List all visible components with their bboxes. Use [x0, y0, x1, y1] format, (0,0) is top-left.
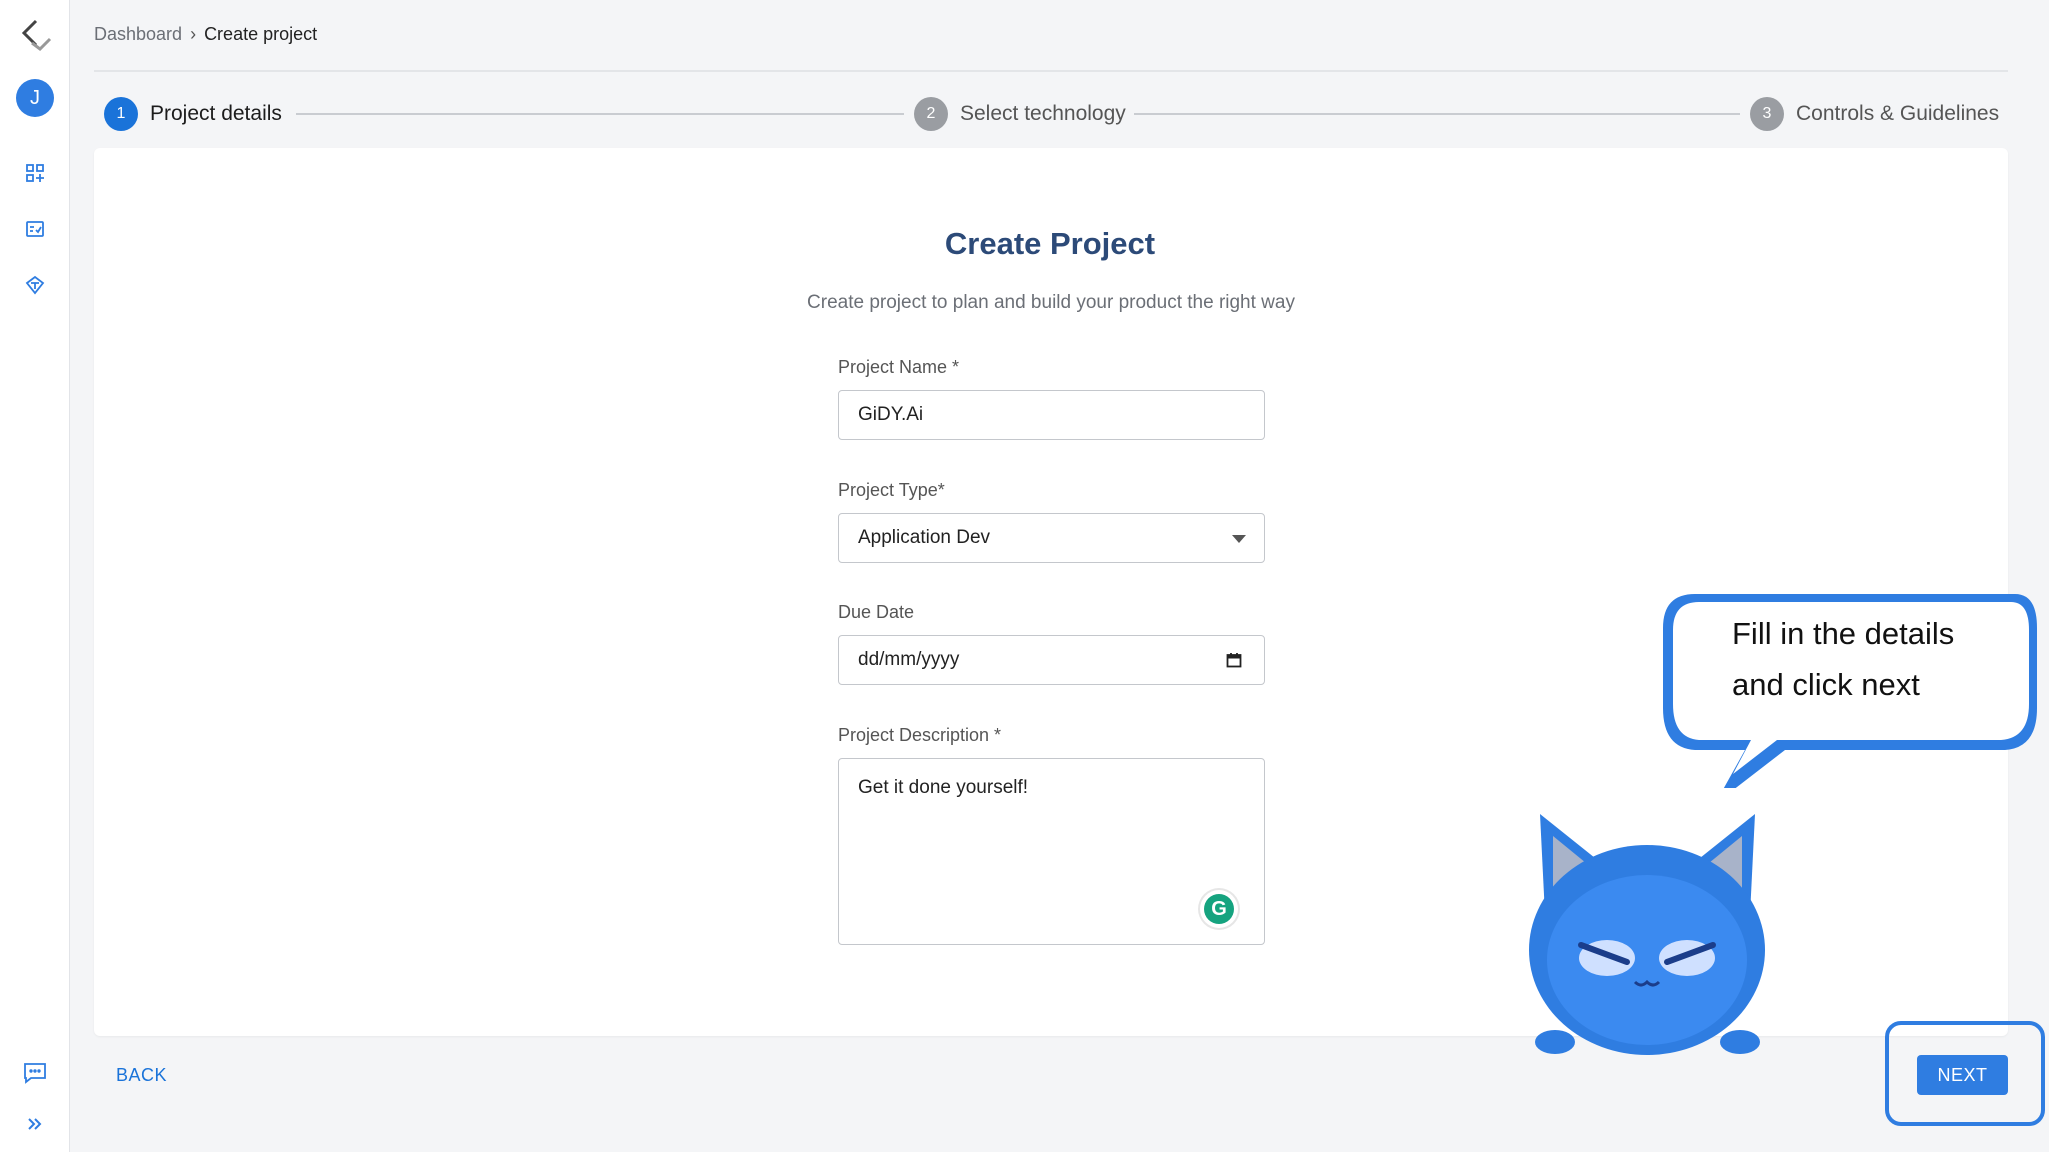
sidebar: J — [0, 0, 70, 1152]
speech-line-1: Fill in the details — [1732, 616, 1955, 651]
stepper: 1 Project details 2 Select technology 3 … — [104, 96, 2000, 132]
user-avatar[interactable]: J — [0, 78, 70, 118]
step-number: 1 — [104, 97, 138, 131]
dashboard-grid-icon[interactable] — [0, 160, 70, 186]
calendar-icon[interactable] — [1226, 652, 1242, 674]
project-type-label: Project Type* — [838, 480, 945, 500]
cat-mascot-icon — [1529, 814, 1765, 1055]
step-label: Controls & Guidelines — [1796, 102, 2000, 125]
project-name-group: Project Name * GiDY.Ai — [838, 357, 1265, 440]
avatar-initial: J — [16, 79, 54, 117]
step-number: 3 — [1750, 97, 1784, 131]
due-date-label: Due Date — [838, 602, 915, 622]
description-textarea[interactable]: Get it done yourself! G — [838, 758, 1265, 945]
project-name-input[interactable]: GiDY.Ai — [838, 390, 1265, 440]
project-type-value: Application Dev — [858, 527, 991, 548]
step-label: Select technology — [960, 102, 1126, 125]
breadcrumb-current: Create project — [204, 24, 318, 44]
project-type-group: Project Type* Application Dev — [838, 480, 1265, 563]
step-connector — [296, 113, 904, 115]
step-select-technology[interactable]: 2 Select technology — [914, 96, 1126, 132]
speech-bubble-text: Fill in the details and click next — [1732, 608, 2022, 710]
grammarly-logo: G — [1204, 894, 1234, 924]
project-type-select[interactable]: Application Dev — [838, 513, 1265, 563]
description-label: Project Description * — [838, 725, 1002, 745]
step-label: Project details — [150, 102, 282, 125]
description-group: Project Description * Get it done yourse… — [838, 725, 1265, 945]
header-divider — [94, 70, 2008, 72]
page-subtitle: Create project to plan and build your pr… — [807, 292, 1295, 313]
next-button[interactable]: NEXT — [1917, 1055, 2008, 1095]
expand-icon[interactable] — [0, 1112, 70, 1136]
chat-icon[interactable] — [0, 1058, 70, 1088]
description-value: Get it done yourself! — [858, 777, 1029, 798]
step-connector — [1134, 113, 1740, 115]
due-date-placeholder: dd/mm/yyyy — [858, 649, 960, 670]
due-date-group: Due Date dd/mm/yyyy — [838, 602, 1265, 685]
step-number: 2 — [914, 97, 948, 131]
chevron-right-icon: › — [190, 24, 197, 44]
chevron-down-icon — [1232, 535, 1246, 543]
breadcrumb: Dashboard › Create project — [94, 24, 317, 45]
back-button[interactable]: BACK — [116, 1065, 167, 1086]
breadcrumb-dashboard-link[interactable]: Dashboard — [94, 24, 182, 45]
grammarly-icon[interactable]: G — [1200, 890, 1238, 928]
due-date-input[interactable]: dd/mm/yyyy — [838, 635, 1265, 685]
logo-icon[interactable] — [0, 14, 70, 54]
project-name-label: Project Name * — [838, 357, 960, 377]
step-controls-guidelines[interactable]: 3 Controls & Guidelines — [1750, 96, 1999, 132]
speech-line-2: and click next — [1732, 667, 1920, 702]
page-title: Create Project — [944, 226, 1156, 261]
project-name-value: GiDY.Ai — [858, 404, 924, 425]
step-project-details[interactable]: 1 Project details — [104, 96, 282, 132]
